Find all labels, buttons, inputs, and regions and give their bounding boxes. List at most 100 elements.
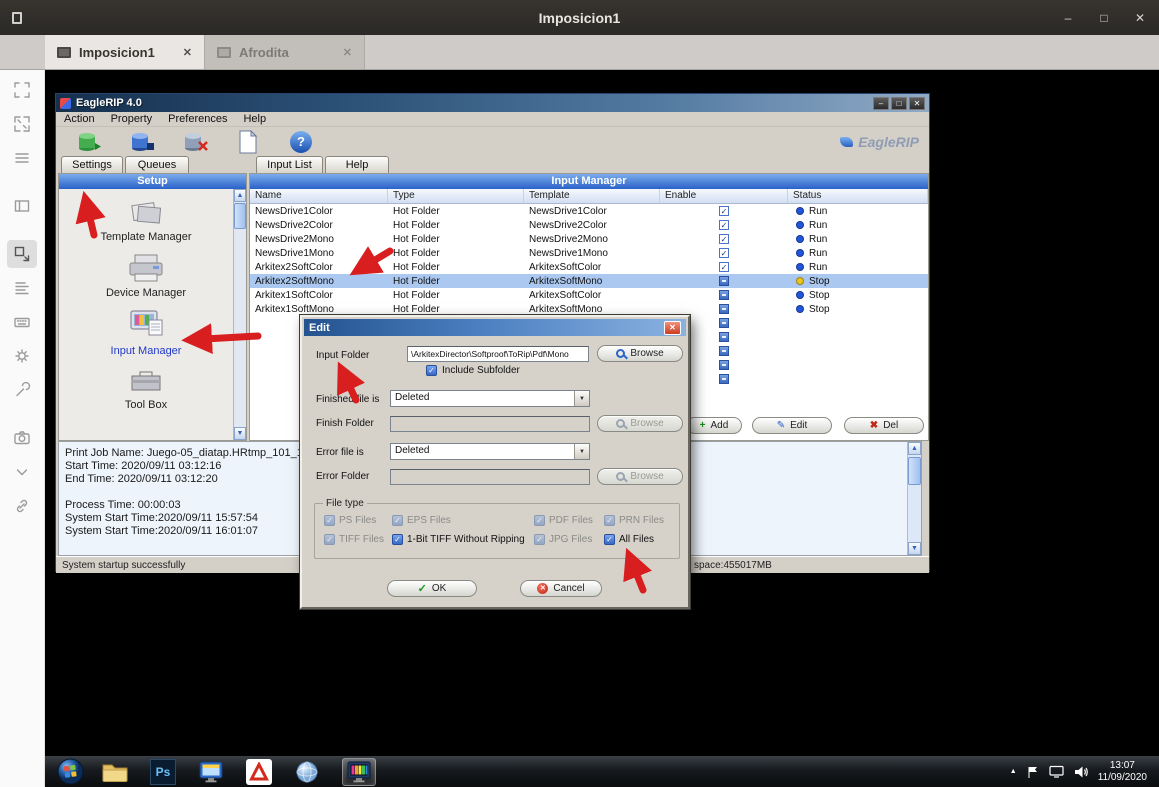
- tab-help[interactable]: Help: [325, 156, 389, 173]
- tab-imposicion1[interactable]: Imposicion1 ✕: [45, 35, 205, 69]
- chevron-down-icon[interactable]: [7, 458, 37, 486]
- menu-icon[interactable]: [7, 144, 37, 172]
- start-button[interactable]: [57, 758, 84, 785]
- column-header-enable[interactable]: Enable: [660, 189, 788, 203]
- column-header-type[interactable]: Type: [388, 189, 524, 203]
- setup-scrollbar[interactable]: ▲ ▼: [233, 189, 246, 440]
- tab-settings[interactable]: Settings: [61, 156, 123, 173]
- error-file-select[interactable]: Deleted ▼: [390, 443, 590, 460]
- setup-item-tool-box[interactable]: Tool Box: [125, 366, 167, 411]
- input-folder-field[interactable]: \ArkitexDirector\Softproof\ToRip\Pdf\Mon…: [407, 346, 589, 362]
- table-row[interactable]: NewsDrive1Color Hot Folder NewsDrive1Col…: [250, 204, 928, 218]
- file-type-option[interactable]: ✓All Files: [604, 534, 694, 545]
- stop-input-icon[interactable]: [129, 130, 155, 154]
- menu-help[interactable]: Help: [243, 113, 266, 125]
- enable-checkbox[interactable]: [719, 276, 729, 286]
- enable-checkbox[interactable]: [719, 346, 729, 356]
- table-row[interactable]: NewsDrive2Mono Hot Folder NewsDrive2Mono…: [250, 232, 928, 246]
- table-row[interactable]: Arkitex1SoftMono Hot Folder ArkitexSoftM…: [250, 302, 928, 316]
- checkbox-icon[interactable]: ✓: [324, 515, 335, 526]
- scroll-down-icon[interactable]: ▼: [908, 542, 921, 555]
- checkbox-icon[interactable]: ✓: [604, 534, 615, 545]
- close-icon[interactable]: ✕: [909, 97, 925, 110]
- fullscreen-icon[interactable]: [7, 110, 37, 138]
- cancel-button[interactable]: ✕Cancel: [520, 580, 602, 597]
- scroll-down-icon[interactable]: ▼: [234, 427, 246, 440]
- tray-expand-icon[interactable]: ▲: [1010, 768, 1017, 775]
- tab-input-list[interactable]: Input List: [256, 156, 323, 173]
- close-icon[interactable]: ✕: [1133, 11, 1147, 25]
- setup-item-template-manager[interactable]: Template Manager: [100, 198, 191, 243]
- checkbox-icon[interactable]: ✓: [604, 515, 615, 526]
- side-panel-icon[interactable]: [7, 192, 37, 220]
- delete-input-icon[interactable]: [182, 130, 208, 154]
- maximize-icon[interactable]: □: [891, 97, 907, 110]
- enable-checkbox[interactable]: ✓: [719, 220, 729, 230]
- scale-icon[interactable]: [7, 240, 37, 268]
- del-button[interactable]: ✖Del: [844, 417, 924, 434]
- file-type-option[interactable]: ✓PS Files: [324, 515, 392, 526]
- add-button[interactable]: +Add: [686, 417, 742, 434]
- taskbar-explorer[interactable]: [98, 758, 132, 786]
- file-type-option[interactable]: ✓PRN Files: [604, 515, 694, 526]
- tab-afrodita[interactable]: Afrodita ✕: [205, 35, 365, 69]
- chevron-down-icon[interactable]: ▼: [574, 444, 589, 459]
- tools-icon[interactable]: [7, 376, 37, 404]
- list-icon[interactable]: [7, 274, 37, 302]
- enable-checkbox[interactable]: ✓: [719, 262, 729, 272]
- scroll-up-icon[interactable]: ▲: [234, 189, 246, 202]
- setup-item-device-manager[interactable]: Device Manager: [106, 252, 186, 299]
- tray-display-icon[interactable]: [1049, 765, 1064, 778]
- enable-checkbox[interactable]: ✓: [719, 206, 729, 216]
- job-info-scrollbar[interactable]: ▲ ▼: [907, 442, 921, 555]
- screenshot-icon[interactable]: [7, 424, 37, 452]
- include-subfolder-option[interactable]: ✓ Include Subfolder: [426, 365, 520, 376]
- taskbar-browser[interactable]: [290, 758, 324, 786]
- start-input-icon[interactable]: [76, 130, 102, 154]
- edit-button[interactable]: ✎Edit: [752, 417, 832, 434]
- taskbar-display-app[interactable]: [194, 758, 228, 786]
- file-type-option[interactable]: ✓JPG Files: [534, 534, 604, 545]
- scrollbar-thumb[interactable]: [234, 203, 246, 229]
- minimize-icon[interactable]: –: [873, 97, 889, 110]
- enable-checkbox[interactable]: [719, 304, 729, 314]
- help-icon[interactable]: ?: [288, 130, 314, 154]
- column-header-status[interactable]: Status: [788, 189, 928, 203]
- checkbox-icon[interactable]: ✓: [534, 515, 545, 526]
- enable-checkbox[interactable]: [719, 332, 729, 342]
- taskbar-clock[interactable]: 13:07 11/09/2020: [1098, 760, 1147, 784]
- document-icon[interactable]: [235, 130, 261, 154]
- column-header-template[interactable]: Template: [524, 189, 660, 203]
- close-icon[interactable]: ✕: [664, 321, 681, 335]
- checkbox-icon[interactable]: ✓: [534, 534, 545, 545]
- chevron-down-icon[interactable]: ▼: [574, 391, 589, 406]
- file-type-option[interactable]: ✓PDF Files: [534, 515, 604, 526]
- window-titlebar[interactable]: Imposicion1 – □ ✕: [0, 0, 1159, 35]
- table-row[interactable]: NewsDrive2Color Hot Folder NewsDrive2Col…: [250, 218, 928, 232]
- menu-property[interactable]: Property: [111, 113, 153, 125]
- table-row[interactable]: NewsDrive1Mono Hot Folder NewsDrive1Mono…: [250, 246, 928, 260]
- enable-checkbox[interactable]: ✓: [719, 234, 729, 244]
- setup-item-input-manager[interactable]: Input Manager: [111, 308, 182, 357]
- ok-button[interactable]: ✓OK: [387, 580, 477, 597]
- enable-checkbox[interactable]: [719, 290, 729, 300]
- enable-checkbox[interactable]: ✓: [719, 248, 729, 258]
- maximize-icon[interactable]: □: [1097, 11, 1111, 25]
- table-row[interactable]: Arkitex2SoftMono Hot Folder ArkitexSoftM…: [250, 274, 928, 288]
- checkbox-icon[interactable]: ✓: [392, 534, 403, 545]
- keyboard-icon[interactable]: [7, 308, 37, 336]
- browse-button[interactable]: Browse: [597, 345, 683, 362]
- dialog-titlebar[interactable]: Edit ✕: [304, 319, 686, 336]
- file-type-option[interactable]: ✓TIFF Files: [324, 534, 392, 545]
- menu-action[interactable]: Action: [64, 113, 95, 125]
- taskbar-photoshop[interactable]: Ps: [146, 758, 180, 786]
- tab-queues[interactable]: Queues: [125, 156, 189, 173]
- tab-close-icon[interactable]: ✕: [183, 46, 192, 59]
- enable-checkbox[interactable]: [719, 318, 729, 328]
- disconnect-icon[interactable]: [7, 492, 37, 520]
- viewfinder-icon[interactable]: [7, 76, 37, 104]
- taskbar-eaglerip-active[interactable]: [342, 758, 376, 786]
- menu-preferences[interactable]: Preferences: [168, 113, 227, 125]
- taskbar-acrobat[interactable]: [242, 758, 276, 786]
- scrollbar-thumb[interactable]: [908, 457, 921, 485]
